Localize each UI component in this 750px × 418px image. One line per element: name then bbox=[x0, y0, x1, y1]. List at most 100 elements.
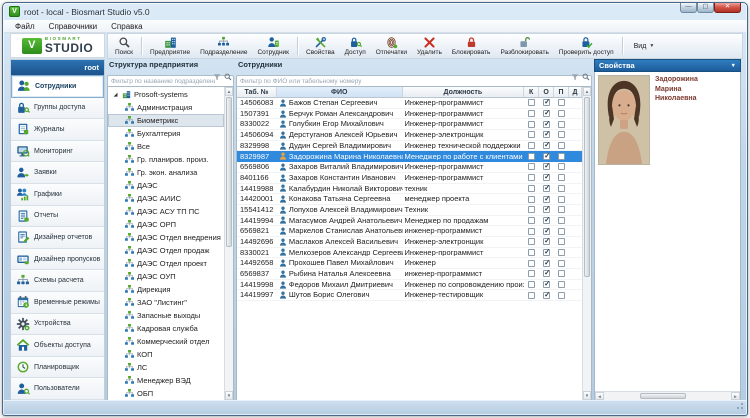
tree-node[interactable]: Гр. планиров. произ. bbox=[108, 153, 224, 166]
tree-node[interactable]: ДАЭС ОУП bbox=[108, 270, 224, 283]
properties-hscrollbar[interactable]: ◄ ► bbox=[595, 391, 740, 400]
checkbox-k[interactable] bbox=[528, 99, 535, 106]
table-row[interactable]: 8330021Мелкозеров Александр СергеевичИнж… bbox=[237, 248, 582, 259]
checkbox-o[interactable] bbox=[543, 142, 550, 149]
employee-button[interactable]: Сотрудник bbox=[252, 35, 294, 57]
checkbox-k[interactable] bbox=[528, 174, 535, 181]
table-row[interactable]: 14419988Калабурдин Николай Викторовичтех… bbox=[237, 184, 582, 195]
resize-grip[interactable] bbox=[735, 403, 743, 411]
table-row[interactable]: 14492696Маслаков Алексей ВасильевичИнжен… bbox=[237, 237, 582, 248]
checkbox-p[interactable] bbox=[558, 238, 565, 245]
tree-node[interactable]: Кадровая служба bbox=[108, 322, 224, 335]
checkbox-p[interactable] bbox=[558, 163, 565, 170]
column-header-fio[interactable]: ФИО bbox=[277, 87, 403, 97]
delete-button[interactable]: Удалить bbox=[412, 35, 447, 57]
tree-node[interactable]: Гр. экон. анализа bbox=[108, 166, 224, 179]
table-row[interactable]: 14420001Конакова Татьяна Сергеевнаменедж… bbox=[237, 194, 582, 205]
column-header-k[interactable]: К bbox=[524, 87, 539, 97]
table-row[interactable]: 14419998Федоров Михаил ДмитриевичИнженер… bbox=[237, 280, 582, 291]
checkbox-o[interactable] bbox=[543, 206, 550, 213]
sidebar-item-employees[interactable]: Сотрудники bbox=[11, 75, 104, 98]
sidebar-item-reports[interactable]: Отчеты bbox=[11, 206, 104, 228]
table-row[interactable]: 1507391Берчук Роман АлександровичИнженер… bbox=[237, 109, 582, 120]
tree-node[interactable]: Все bbox=[108, 140, 224, 153]
tree-node[interactable]: Запасные выходы bbox=[108, 309, 224, 322]
sidebar-item-journals[interactable]: Журналы bbox=[11, 119, 104, 141]
menu-help[interactable]: Справка bbox=[104, 21, 149, 32]
table-row[interactable]: 6569821Маркелов Станислав Анатольевичинж… bbox=[237, 226, 582, 237]
checkbox-p[interactable] bbox=[558, 228, 565, 235]
search-icon[interactable] bbox=[224, 73, 232, 81]
properties-scroll-thumb[interactable] bbox=[640, 393, 686, 399]
sidebar-item-report-designer[interactable]: Дизайнер отчетов bbox=[11, 227, 104, 249]
scroll-up-icon[interactable]: ▲ bbox=[225, 87, 233, 96]
clear-filter-icon[interactable] bbox=[571, 73, 579, 81]
checkbox-p[interactable] bbox=[558, 196, 565, 203]
checkbox-k[interactable] bbox=[528, 292, 535, 299]
checkbox-p[interactable] bbox=[558, 131, 565, 138]
sidebar-item-users[interactable]: Пользователи bbox=[11, 378, 104, 400]
properties-button[interactable]: Свойства bbox=[301, 35, 340, 57]
checkbox-p[interactable] bbox=[558, 281, 565, 288]
sidebar-item-monitoring[interactable]: Мониторинг bbox=[11, 141, 104, 163]
tree-node[interactable]: Бухгалтерия bbox=[108, 127, 224, 140]
table-row[interactable]: 6569837Рыбина Наталья Алексеевнаинженер-… bbox=[237, 269, 582, 280]
expand-arrow-icon[interactable]: ◢ bbox=[112, 92, 119, 98]
scroll-left-icon[interactable]: ◄ bbox=[595, 392, 604, 400]
menu-file[interactable]: Файл bbox=[8, 21, 42, 32]
sidebar-item-requests[interactable]: Заявки bbox=[11, 162, 104, 184]
tree-node[interactable]: КОП bbox=[108, 348, 224, 361]
checkbox-o[interactable] bbox=[543, 185, 550, 192]
checkbox-o[interactable] bbox=[543, 281, 550, 288]
collapse-arrow-icon[interactable]: ▼ bbox=[731, 63, 736, 69]
column-header-pos[interactable]: Должность bbox=[403, 87, 525, 97]
checkbox-k[interactable] bbox=[528, 281, 535, 288]
table-row[interactable]: 14492658Прохошев Павел МихайловичИнженер bbox=[237, 258, 582, 269]
checkbox-o[interactable] bbox=[543, 292, 550, 299]
scroll-up-icon[interactable]: ▲ bbox=[583, 87, 591, 96]
checkbox-k[interactable] bbox=[528, 131, 535, 138]
table-scrollbar[interactable]: ▲ ▼ bbox=[582, 87, 591, 400]
checkbox-k[interactable] bbox=[528, 153, 535, 160]
tree-node[interactable]: ДАЭС ОРП bbox=[108, 218, 224, 231]
checkbox-p[interactable] bbox=[558, 270, 565, 277]
check-access-button[interactable]: Проверить доступ bbox=[554, 35, 619, 57]
checkbox-o[interactable] bbox=[543, 196, 550, 203]
checkbox-k[interactable] bbox=[528, 217, 535, 224]
tree-node[interactable]: ОБП bbox=[108, 387, 224, 400]
checkbox-k[interactable] bbox=[528, 121, 535, 128]
tree-scroll-thumb[interactable] bbox=[226, 97, 232, 247]
checkbox-p[interactable] bbox=[558, 174, 565, 181]
tree-node-root[interactable]: ◢Prosoft-systems bbox=[108, 88, 224, 101]
checkbox-o[interactable] bbox=[543, 249, 550, 256]
menu-directories[interactable]: Справочники bbox=[42, 21, 104, 32]
table-row[interactable]: 8329987Задорожина Марина НиколаевнаМенед… bbox=[237, 151, 582, 162]
enterprise-button[interactable]: Предприятие bbox=[145, 35, 195, 57]
sidebar-item-pass-designer[interactable]: Дизайнер пропусков bbox=[11, 249, 104, 271]
lock-button[interactable]: Блокировать bbox=[447, 35, 496, 57]
checkbox-o[interactable] bbox=[543, 121, 550, 128]
table-row[interactable]: 8401166Захаров Константин ИвановичИнжене… bbox=[237, 173, 582, 184]
minimize-button[interactable]: — bbox=[680, 3, 697, 13]
checkbox-k[interactable] bbox=[528, 110, 535, 117]
sidebar-item-time-modes[interactable]: Временные режимы bbox=[11, 292, 104, 314]
fingerprints-button[interactable]: Отпечатки bbox=[371, 35, 412, 57]
checkbox-o[interactable] bbox=[543, 163, 550, 170]
scroll-down-icon[interactable]: ▼ bbox=[225, 391, 233, 400]
checkbox-o[interactable] bbox=[543, 228, 550, 235]
column-header-o[interactable]: О bbox=[539, 87, 554, 97]
search-icon[interactable] bbox=[582, 73, 590, 81]
column-header-d[interactable]: Д bbox=[569, 87, 582, 97]
maximize-button[interactable]: ▢ bbox=[697, 3, 714, 13]
checkbox-p[interactable] bbox=[558, 260, 565, 267]
sidebar-item-access-groups[interactable]: Группы доступа bbox=[11, 98, 104, 120]
tree-node[interactable]: ДАЭС Отдел продаж bbox=[108, 244, 224, 257]
checkbox-p[interactable] bbox=[558, 110, 565, 117]
tree-node[interactable]: ДАЭС Отдел внедрения bbox=[108, 231, 224, 244]
scroll-down-icon[interactable]: ▼ bbox=[583, 391, 591, 400]
checkbox-o[interactable] bbox=[543, 131, 550, 138]
checkbox-p[interactable] bbox=[558, 206, 565, 213]
checkbox-p[interactable] bbox=[558, 99, 565, 106]
checkbox-o[interactable] bbox=[543, 217, 550, 224]
sidebar-item-devices[interactable]: Устройства bbox=[11, 314, 104, 336]
